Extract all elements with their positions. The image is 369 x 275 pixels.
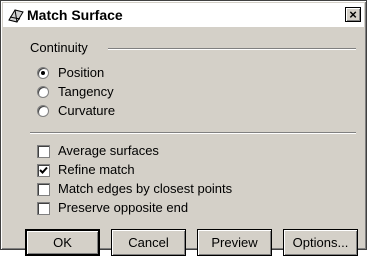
preserve-opposite-end-label: Preserve opposite end xyxy=(58,200,189,215)
radio-selected-dot xyxy=(41,71,45,75)
curvature-label: Curvature xyxy=(58,103,116,118)
refine-match-label: Refine match xyxy=(58,162,135,177)
checkbox-refine-match[interactable] xyxy=(37,164,50,177)
checkbox-match-edges-closest-points[interactable] xyxy=(37,183,50,196)
dialog-title: Match Surface xyxy=(27,7,123,23)
radio-tangency[interactable] xyxy=(37,86,49,98)
average-surfaces-label: Average surfaces xyxy=(58,143,159,158)
section-divider xyxy=(30,132,356,134)
tangency-label: Tangency xyxy=(58,84,114,99)
close-button[interactable]: × xyxy=(345,7,361,22)
ok-button[interactable]: OK xyxy=(25,229,100,256)
match-edges-label: Match edges by closest points xyxy=(58,181,233,196)
radio-curvature[interactable] xyxy=(37,105,49,117)
radio-position[interactable] xyxy=(37,67,49,79)
surface-tool-icon xyxy=(8,9,24,23)
preview-button[interactable]: Preview xyxy=(197,229,272,256)
continuity-group-line xyxy=(108,48,356,50)
title-bar[interactable]: Match Surface × xyxy=(3,3,364,27)
options-button[interactable]: Options... xyxy=(283,229,358,256)
checkbox-preserve-opposite-end[interactable] xyxy=(37,202,50,215)
continuity-label: Continuity xyxy=(30,40,88,55)
cancel-button[interactable]: Cancel xyxy=(111,229,186,256)
checkmark-icon xyxy=(39,166,48,174)
close-icon: × xyxy=(349,7,357,22)
position-label: Position xyxy=(58,65,105,80)
checkbox-average-surfaces[interactable] xyxy=(37,145,50,158)
